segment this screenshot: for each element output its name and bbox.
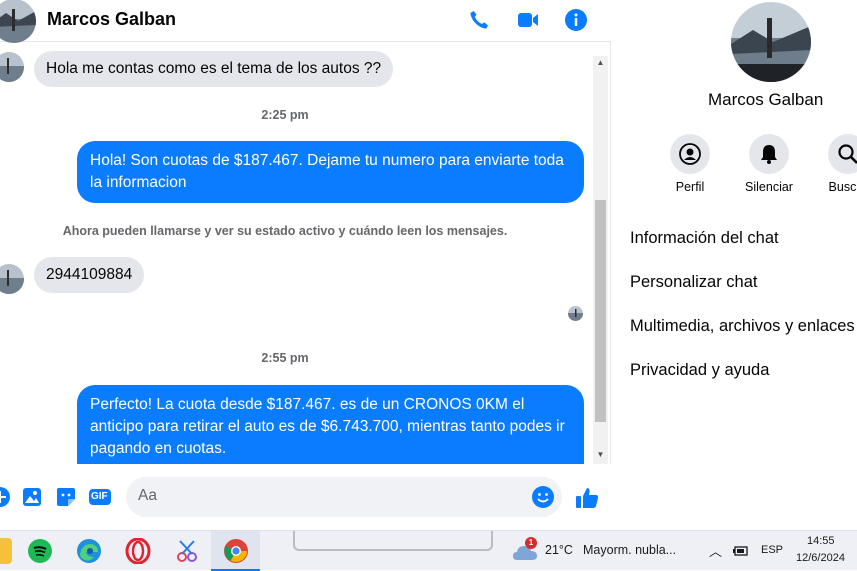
file-explorer-icon[interactable] xyxy=(0,538,12,564)
chrome-browser-icon xyxy=(223,538,249,564)
spotify-icon[interactable] xyxy=(27,538,53,564)
scroll-down-arrow-icon[interactable]: ▼ xyxy=(593,448,608,462)
plus-circle-icon xyxy=(0,487,10,507)
weather-temp[interactable]: 21°C xyxy=(545,543,573,557)
clock-time[interactable]: 14:55 xyxy=(807,535,835,547)
sender-avatar xyxy=(0,52,24,82)
video-call-button[interactable] xyxy=(516,8,540,32)
conversation-details-panel: Marcos Galban Perfil Silenciar Buscar In… xyxy=(612,0,857,530)
outgoing-message[interactable]: Hola! Son cuotas de $187.467. Dejame tu … xyxy=(77,141,584,203)
snipping-tool-icon[interactable] xyxy=(174,538,200,564)
incoming-message[interactable]: 2944109884 xyxy=(34,257,145,293)
clock-date[interactable]: 12/6/2024 xyxy=(796,552,845,564)
profile-photo[interactable] xyxy=(731,2,811,82)
weather-alert-badge: 1 xyxy=(525,537,537,549)
menu-media-files-links[interactable]: Multimedia, archivos y enlaces xyxy=(630,317,855,336)
gif-button[interactable]: GIF xyxy=(88,485,112,509)
message-list: Hola me contas como es el tema de los au… xyxy=(0,42,593,464)
menu-chat-info[interactable]: Información del chat xyxy=(630,229,779,248)
video-camera-icon xyxy=(518,13,538,27)
opera-browser-icon[interactable] xyxy=(125,537,151,565)
edge-browser-icon[interactable] xyxy=(76,538,102,564)
system-notice: Ahora pueden llamarse y ver su estado ac… xyxy=(62,224,508,238)
windows-taskbar: 1 21°C Mayorm. nubla... ︿ ESP 14:55 12/6… xyxy=(0,530,857,571)
weather-desc[interactable]: Mayorm. nubla... xyxy=(583,543,676,557)
message-scrollbar[interactable]: ▲ ▼ xyxy=(593,56,608,464)
profile-action-label: Perfil xyxy=(675,180,705,194)
incoming-message[interactable]: Hola me contas como es el tema de los au… xyxy=(34,51,394,87)
search-action[interactable]: Buscar xyxy=(808,134,857,194)
gif-label: GIF xyxy=(91,491,108,502)
mute-action[interactable]: Silenciar xyxy=(729,134,809,194)
thumbs-up-icon xyxy=(576,488,599,508)
like-button[interactable] xyxy=(574,485,600,511)
input-language[interactable]: ESP xyxy=(761,544,783,556)
battery-icon[interactable] xyxy=(733,544,749,556)
chrome-taskbar-button-active[interactable] xyxy=(211,531,260,571)
menu-privacy-support[interactable]: Privacidad y ayuda xyxy=(630,361,769,380)
menu-customize-chat[interactable]: Personalizar chat xyxy=(630,273,757,292)
search-icon xyxy=(838,144,857,164)
scroll-thumb[interactable] xyxy=(595,200,606,422)
attach-image-button[interactable] xyxy=(20,485,44,509)
bell-icon xyxy=(761,145,777,164)
outgoing-message[interactable]: Perfecto! La cuota desde $187.467. es de… xyxy=(77,385,584,464)
show-hidden-icons-chevron-icon[interactable]: ︿ xyxy=(709,541,722,560)
emoji-button[interactable] xyxy=(531,485,555,509)
profile-action[interactable]: Perfil xyxy=(650,134,730,194)
timestamp: 2:25 pm xyxy=(261,108,309,122)
scroll-up-arrow-icon[interactable]: ▲ xyxy=(593,56,608,70)
more-actions-button[interactable] xyxy=(0,485,12,509)
chat-header: Marcos Galban xyxy=(0,0,611,43)
messenger-window: Marcos Galban Hola me contas como es el … xyxy=(0,0,857,530)
timestamp: 2:55 pm xyxy=(261,351,309,365)
image-icon xyxy=(23,488,41,506)
contact-avatar[interactable] xyxy=(0,0,36,43)
mute-action-label: Silenciar xyxy=(745,180,793,194)
message-input-wrapper xyxy=(126,477,562,517)
smiley-icon xyxy=(532,486,554,508)
sender-avatar xyxy=(0,264,24,294)
search-action-label: Buscar xyxy=(828,180,857,194)
sticker-icon xyxy=(57,488,75,506)
message-input[interactable] xyxy=(138,487,518,505)
chat-pane: Marcos Galban Hola me contas como es el … xyxy=(0,0,611,530)
phone-icon xyxy=(470,11,488,29)
audio-call-button[interactable] xyxy=(467,8,491,32)
conversation-info-button[interactable] xyxy=(564,8,588,32)
contact-name[interactable]: Marcos Galban xyxy=(47,9,176,30)
user-icon xyxy=(679,143,701,165)
search-box-edge[interactable] xyxy=(293,531,493,551)
profile-name: Marcos Galban xyxy=(708,90,824,109)
sticker-button[interactable] xyxy=(54,485,78,509)
info-icon xyxy=(565,9,587,31)
seen-indicator-avatar xyxy=(568,306,583,321)
